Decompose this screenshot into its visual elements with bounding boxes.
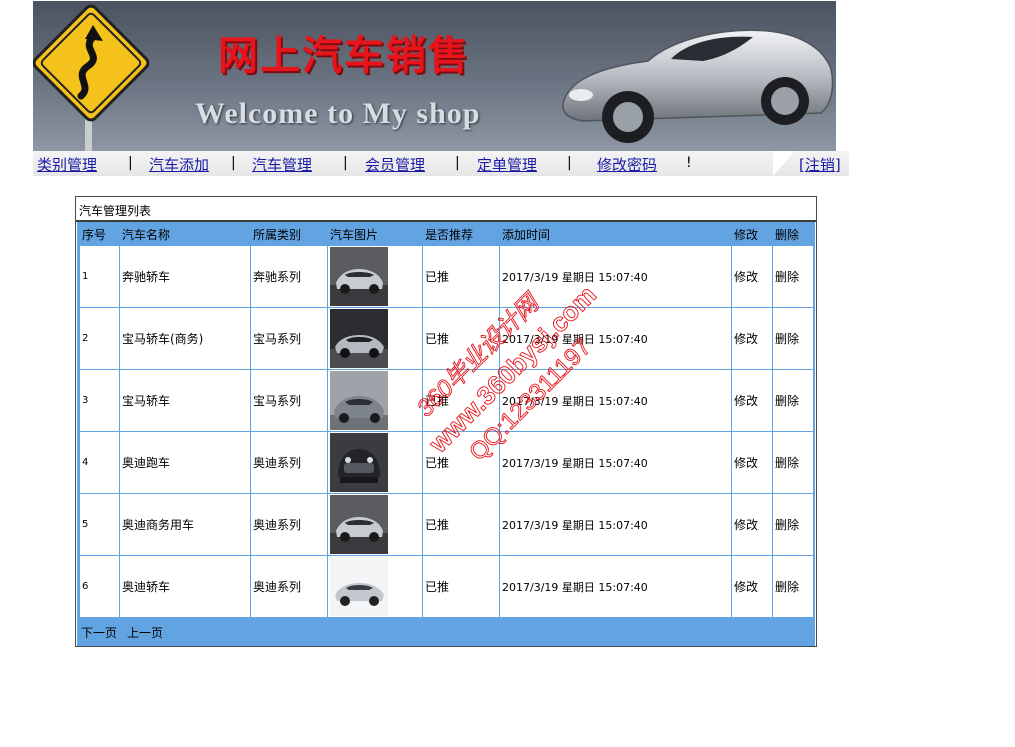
row-added-time: 2017/3/19 星期日 15:07:40 — [499, 369, 732, 432]
table-row: 6 奥迪轿车 奥迪系列 已推 2017/3/19 星期日 15:07:40 修改 — [79, 555, 814, 618]
col-header-delete: 删除 — [772, 222, 814, 246]
edit-link[interactable]: 修改 — [731, 369, 773, 432]
col-header-recommended: 是否推荐 — [422, 222, 500, 246]
row-recommended: 已推 — [422, 307, 500, 370]
row-category: 宝马系列 — [250, 307, 328, 370]
nav-separator: | — [567, 155, 572, 171]
delete-link[interactable]: 删除 — [772, 307, 814, 370]
nav-separator: | — [128, 155, 133, 171]
row-recommended: 已推 — [422, 369, 500, 432]
row-car-name: 宝马轿车(商务) — [119, 307, 251, 370]
car-thumbnail — [330, 247, 388, 306]
row-recommended: 已推 — [422, 555, 500, 618]
col-header-index: 序号 — [79, 222, 120, 246]
col-header-added-time: 添加时间 — [499, 222, 732, 246]
nav-separator: | — [455, 155, 460, 171]
row-car-name: 奥迪商务用车 — [119, 493, 251, 556]
row-car-name: 奥迪跑车 — [119, 431, 251, 494]
row-added-time: 2017/3/19 星期日 15:07:40 — [499, 431, 732, 494]
car-thumbnail — [330, 557, 388, 616]
row-image-cell — [327, 245, 423, 308]
row-image-cell — [327, 493, 423, 556]
row-car-name: 宝马轿车 — [119, 369, 251, 432]
winding-road-sign-icon — [33, 4, 150, 151]
edit-link[interactable]: 修改 — [731, 431, 773, 494]
row-added-time: 2017/3/19 星期日 15:07:40 — [499, 493, 732, 556]
nav-change-password[interactable]: 修改密码 — [597, 154, 657, 175]
next-page-link[interactable]: 下一页 — [81, 626, 117, 640]
nav-separator: | — [343, 155, 348, 171]
row-recommended: 已推 — [422, 493, 500, 556]
row-image-cell — [327, 555, 423, 618]
nav-corner-decoration — [773, 151, 795, 176]
row-recommended: 已推 — [422, 245, 500, 308]
row-image-cell — [327, 307, 423, 370]
nav-category-manage[interactable]: 类别管理 — [37, 154, 97, 175]
delete-link[interactable]: 删除 — [772, 431, 814, 494]
prev-page-link[interactable]: 上一页 — [127, 626, 163, 640]
nav-car-add[interactable]: 汽车添加 — [149, 154, 209, 175]
table-row: 5 奥迪商务用车 奥迪系列 已推 2017/3/19 星期日 15:07:40 … — [79, 493, 814, 556]
delete-link[interactable]: 删除 — [772, 555, 814, 618]
table-row: 1 奔驰轿车 奔驰系列 已推 2017/3/19 星期日 15:07:40 修改 — [79, 245, 814, 308]
delete-link[interactable]: 删除 — [772, 493, 814, 556]
col-header-name: 汽车名称 — [119, 222, 251, 246]
logout-link[interactable]: [注销] — [799, 154, 841, 175]
row-index: 6 — [79, 555, 120, 618]
nav-separator: | — [231, 155, 236, 171]
row-image-cell — [327, 369, 423, 432]
car-thumbnail — [330, 309, 388, 368]
row-category: 奥迪系列 — [250, 493, 328, 556]
car-thumbnail — [330, 495, 388, 554]
car-table: 序号 汽车名称 所属类别 汽车图片 是否推荐 添加时间 修改 删除 1 奔驰轿车… — [79, 222, 814, 618]
row-category: 奔驰系列 — [250, 245, 328, 308]
row-added-time: 2017/3/19 星期日 15:07:40 — [499, 555, 732, 618]
nav-trailing-mark: ! — [686, 155, 692, 171]
delete-link[interactable]: 删除 — [772, 369, 814, 432]
row-image-cell — [327, 431, 423, 494]
edit-link[interactable]: 修改 — [731, 307, 773, 370]
site-banner: 网上汽车销售 Welcome to My shop — [33, 1, 836, 151]
site-subtitle: Welcome to My shop — [195, 97, 481, 130]
car-thumbnail — [330, 371, 388, 430]
table-header-row: 序号 汽车名称 所属类别 汽车图片 是否推荐 添加时间 修改 删除 — [79, 222, 814, 246]
row-car-name: 奔驰轿车 — [119, 245, 251, 308]
row-recommended: 已推 — [422, 431, 500, 494]
panel-caption: 汽车管理列表 — [79, 204, 152, 218]
col-header-category: 所属类别 — [250, 222, 328, 246]
nav-order-manage[interactable]: 定单管理 — [477, 154, 537, 175]
row-category: 奥迪系列 — [250, 431, 328, 494]
table-row: 2 宝马轿车(商务) 宝马系列 已推 2017/3/19 星期日 15:07:4… — [79, 307, 814, 370]
edit-link[interactable]: 修改 — [731, 245, 773, 308]
car-manage-panel: 汽车管理列表 序号 汽车名称 所属类别 汽车图片 是否推荐 添加时间 修改 删除 — [75, 196, 817, 647]
row-index: 5 — [79, 493, 120, 556]
row-car-name: 奥迪轿车 — [119, 555, 251, 618]
pagination: 下一页 上一页 — [81, 624, 173, 641]
car-thumbnail — [330, 433, 388, 492]
col-header-image: 汽车图片 — [327, 222, 423, 246]
admin-nav-bar: 类别管理 | 汽车添加 | 汽车管理 | 会员管理 | 定单管理 | 修改密码 … — [33, 151, 849, 176]
table-row: 4 奥迪跑车 奥迪系列 已推 2017/3/19 星期日 15:07:40 修改… — [79, 431, 814, 494]
sports-car-image — [562, 29, 834, 143]
row-category: 宝马系列 — [250, 369, 328, 432]
row-added-time: 2017/3/19 星期日 15:07:40 — [499, 307, 732, 370]
row-index: 1 — [79, 245, 120, 308]
row-index: 3 — [79, 369, 120, 432]
edit-link[interactable]: 修改 — [731, 555, 773, 618]
car-table-container: 序号 汽车名称 所属类别 汽车图片 是否推荐 添加时间 修改 删除 1 奔驰轿车… — [77, 222, 815, 646]
row-added-time: 2017/3/19 星期日 15:07:40 — [499, 245, 732, 308]
table-row: 3 宝马轿车 宝马系列 已推 2017/3/19 星期日 15:07:40 修改 — [79, 369, 814, 432]
delete-link[interactable]: 删除 — [772, 245, 814, 308]
row-index: 4 — [79, 431, 120, 494]
edit-link[interactable]: 修改 — [731, 493, 773, 556]
site-title: 网上汽车销售 — [218, 32, 470, 79]
nav-car-manage[interactable]: 汽车管理 — [252, 154, 312, 175]
nav-member-manage[interactable]: 会员管理 — [365, 154, 425, 175]
col-header-edit: 修改 — [731, 222, 773, 246]
row-index: 2 — [79, 307, 120, 370]
row-category: 奥迪系列 — [250, 555, 328, 618]
